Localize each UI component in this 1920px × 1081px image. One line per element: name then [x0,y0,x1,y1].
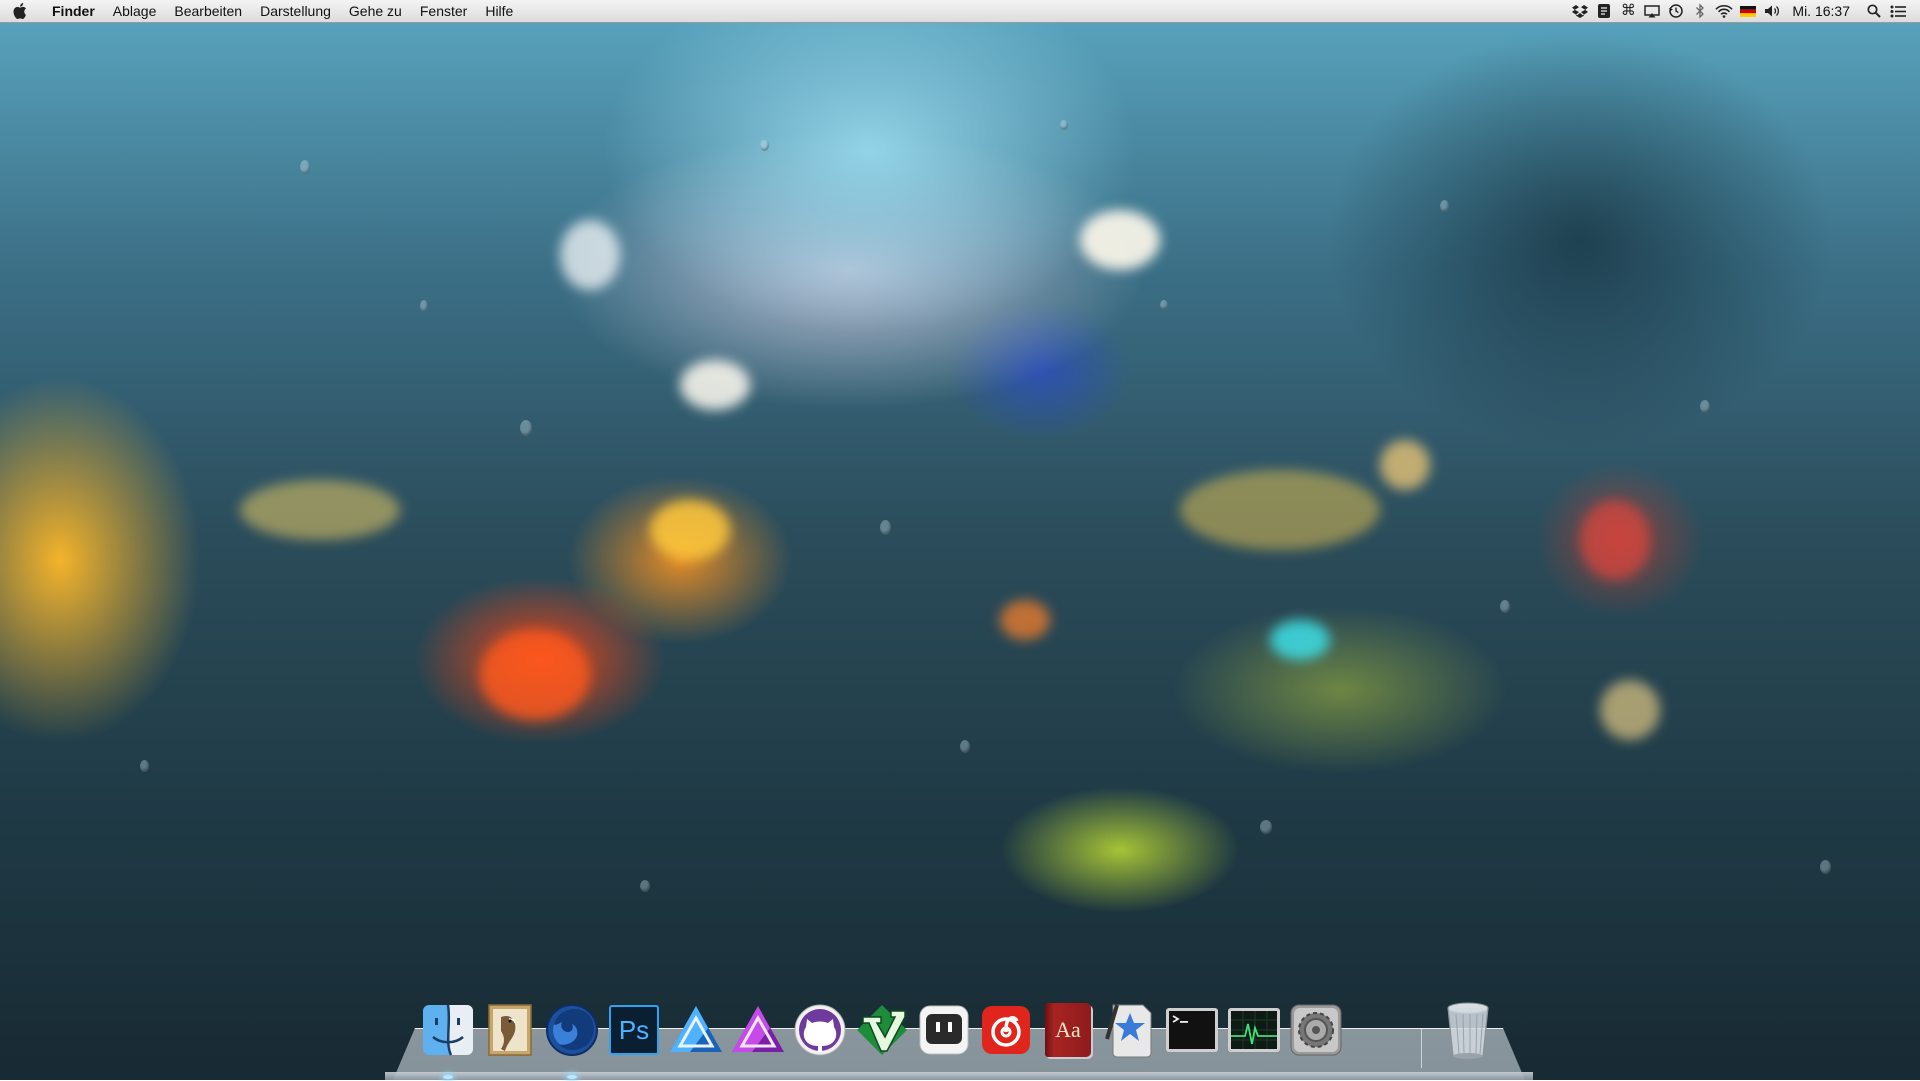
dock-app-github[interactable] [792,1000,848,1060]
vim-icon [857,1005,907,1055]
menu-gehe-zu[interactable]: Gehe zu [340,0,411,22]
running-indicator-finder [443,1075,453,1079]
menu-hilfe[interactable]: Hilfe [476,0,522,22]
firefox-icon [546,1004,598,1056]
apple-menu[interactable] [0,0,40,22]
running-indicator-firefox [567,1075,577,1079]
dock-app-pocket[interactable] [916,1000,972,1060]
menu-app-name[interactable]: Finder [40,0,104,22]
trash-icon [1447,1002,1489,1059]
menu-darstellung[interactable]: Darstellung [251,0,340,22]
dock-app-system-preferences[interactable] [1288,1000,1344,1060]
dock: Ps Aa [420,1000,1500,1070]
german-flag-icon[interactable] [1736,0,1760,22]
apple-logo-icon [13,3,26,19]
affinity-photo-icon [732,1006,784,1052]
activity-monitor-icon [1228,1008,1280,1052]
photoshop-icon-label: Ps [618,1014,650,1045]
dock-app-dictionary[interactable]: Aa [1040,1000,1096,1060]
volume-icon[interactable] [1760,0,1784,22]
dictionary-icon-label: Aa [1055,1017,1081,1042]
dock-app-finder[interactable] [420,1000,476,1060]
finder-icon [423,1004,473,1056]
netease-music-icon [982,1006,1030,1054]
notification-center-icon[interactable] [1886,0,1910,22]
dock-app-terminal[interactable] [1164,1000,1220,1060]
evernote-icon[interactable] [1592,0,1616,22]
dock-app-photoshop[interactable]: Ps [606,1000,662,1060]
system-preferences-icon [1290,1004,1342,1056]
wifi-icon[interactable] [1712,0,1736,22]
airplay-icon[interactable] [1640,0,1664,22]
dock-app-vim[interactable] [854,1000,910,1060]
photoshop-icon: Ps [609,1005,659,1055]
pocket-icon [919,1005,969,1055]
mail-icon [488,1004,532,1056]
time-machine-icon[interactable] [1664,0,1688,22]
menu-fenster[interactable]: Fenster [411,0,476,22]
dock-shelf-edge [385,1072,1533,1080]
dock-app-affinity-designer[interactable] [668,1000,724,1060]
command-key-icon[interactable]: ⌘ [1616,0,1640,22]
dock-separator [1421,1028,1422,1068]
dock-app-activity-monitor[interactable] [1226,1000,1282,1060]
github-icon [794,1004,846,1056]
dock-app-firefox[interactable] [544,1000,600,1060]
desktop-wallpaper [0,0,1920,1080]
bluetooth-icon[interactable] [1688,0,1712,22]
dropbox-icon[interactable] [1568,0,1592,22]
dock-trash[interactable] [1440,1000,1496,1060]
instruments-icon [1105,1004,1152,1058]
menu-ablage[interactable]: Ablage [104,0,166,22]
dock-app-instruments[interactable] [1102,1000,1158,1060]
dictionary-icon: Aa [1045,1003,1091,1057]
affinity-designer-icon [670,1006,722,1052]
terminal-icon [1166,1008,1218,1052]
dock-app-netease-music[interactable] [978,1000,1034,1060]
dock-app-mail[interactable] [482,1000,538,1060]
menubar-clock[interactable]: Mi. 16:37 [1784,0,1862,22]
spotlight-search-icon[interactable] [1862,0,1886,22]
dock-app-affinity-photo[interactable] [730,1000,786,1060]
menu-bearbeiten[interactable]: Bearbeiten [165,0,251,22]
menu-bar: Finder Ablage Bearbeiten Darstellung Geh… [0,0,1920,23]
